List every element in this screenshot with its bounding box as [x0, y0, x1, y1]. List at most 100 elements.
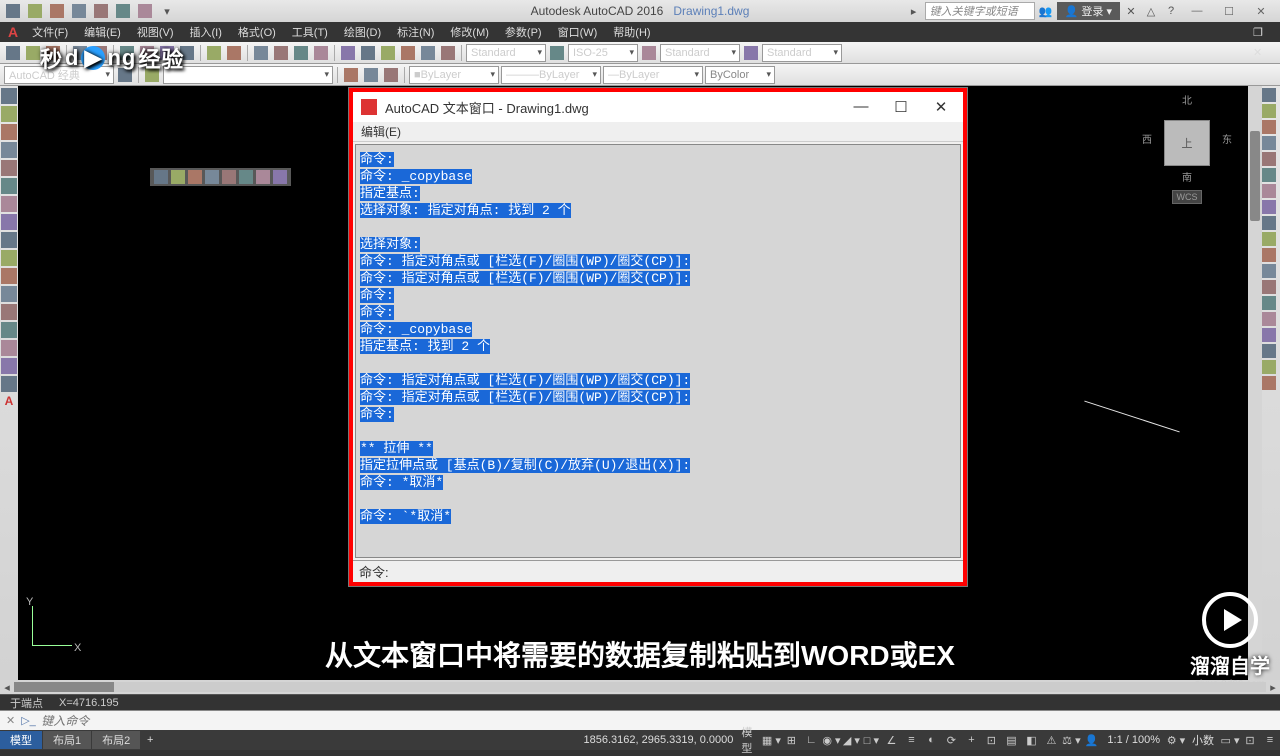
textwin-line[interactable]: 命令: _copybase	[360, 168, 956, 185]
menu-help[interactable]: 帮助(H)	[605, 22, 658, 42]
new-icon[interactable]	[26, 2, 44, 20]
menu-window[interactable]: 窗口(W)	[550, 22, 606, 42]
ft-icon[interactable]	[222, 170, 236, 184]
textwin-line[interactable]: 命令: 指定对角点或 [栏选(F)/圈围(WP)/圈交(CP)]:	[360, 253, 956, 270]
textwin-line[interactable]: 命令: _copybase	[360, 321, 956, 338]
save-icon[interactable]	[70, 2, 88, 20]
cmd-chevron-icon[interactable]: ▷_	[21, 714, 35, 728]
tb-new-icon[interactable]	[4, 44, 22, 62]
mtext-icon[interactable]	[1, 304, 17, 320]
horizontal-scrollbar[interactable]: ◂ ▸	[0, 680, 1280, 694]
scale-icon[interactable]	[1262, 200, 1276, 214]
menu-file[interactable]: 文件(F)	[24, 22, 76, 42]
pedit-icon[interactable]	[1262, 376, 1276, 390]
erase-icon[interactable]	[1262, 88, 1276, 102]
revcloud-icon[interactable]	[1, 376, 17, 392]
mirror-icon[interactable]	[1262, 120, 1276, 134]
snap-icon[interactable]: ⊞	[781, 731, 801, 749]
textwin-line[interactable]: 指定基点: 找到 2 个	[360, 338, 956, 355]
doc-restore-button[interactable]: ❐	[1245, 22, 1272, 42]
ft-icon[interactable]	[239, 170, 253, 184]
menu-view[interactable]: 视图(V)	[129, 22, 182, 42]
tb-ssm-icon[interactable]	[399, 44, 417, 62]
gizmo-icon[interactable]: ◧	[1021, 731, 1041, 749]
scroll-thumb[interactable]	[1250, 131, 1260, 221]
region-icon[interactable]	[1, 286, 17, 302]
add-tab-button[interactable]: +	[141, 734, 159, 746]
viewcube-south[interactable]: 南	[1142, 169, 1232, 184]
textwin-line[interactable]	[360, 423, 956, 440]
minimize-button[interactable]: —	[1182, 2, 1212, 20]
command-line[interactable]: ✕ ▷_	[0, 710, 1280, 730]
textwin-line[interactable]: 命令: *取消*	[360, 474, 956, 491]
viewcube-north[interactable]: 北	[1142, 92, 1232, 107]
line-icon[interactable]	[1, 88, 17, 104]
textwin-line[interactable]: 命令: 指定对角点或 [栏选(F)/圈围(WP)/圈交(CP)]:	[360, 389, 956, 406]
vertical-scrollbar[interactable]	[1248, 86, 1262, 680]
ft-icon[interactable]	[154, 170, 168, 184]
textwin-line[interactable]: 命令:	[360, 406, 956, 423]
align-icon[interactable]	[1262, 344, 1276, 358]
tb-layerfrz-icon[interactable]	[382, 66, 400, 84]
rotate-icon[interactable]	[1262, 184, 1276, 198]
annotation-style-combo[interactable]: Standard	[466, 44, 546, 62]
copy-icon[interactable]	[1262, 104, 1276, 118]
layer-combo[interactable]	[163, 66, 333, 84]
textwin-line[interactable]	[360, 491, 956, 508]
polar-icon[interactable]: ◉ ▾	[821, 731, 841, 749]
cycling-icon[interactable]: ⟳	[941, 731, 961, 749]
boundary-icon[interactable]	[1, 340, 17, 356]
units-readout[interactable]: 小数	[1186, 732, 1220, 748]
tb-dc-icon[interactable]	[359, 44, 377, 62]
transparency-icon[interactable]: ◐	[921, 731, 941, 749]
plotstyle-combo[interactable]: ByColor	[705, 66, 775, 84]
tb-undo-icon[interactable]	[205, 44, 223, 62]
tb-dim2-icon[interactable]	[640, 44, 658, 62]
wipeout-icon[interactable]	[1, 358, 17, 374]
menu-parametric[interactable]: 参数(P)	[497, 22, 550, 42]
lwt-icon[interactable]: ≡	[901, 731, 921, 749]
textwin-prompt[interactable]: 命令:	[353, 560, 963, 582]
gradient-icon[interactable]	[1, 322, 17, 338]
scroll-thumb[interactable]	[14, 682, 114, 692]
menu-format[interactable]: 格式(O)	[230, 22, 284, 42]
tb-zoomwin-icon[interactable]	[292, 44, 310, 62]
close-button[interactable]: ✕	[1246, 2, 1276, 20]
extend-icon[interactable]	[1262, 248, 1276, 262]
statbar-menu-icon[interactable]: ≡	[1260, 731, 1280, 749]
textwin-body[interactable]: 命令:命令: _copybase指定基点:选择对象: 指定对角点: 找到 2 个…	[355, 144, 961, 558]
textwin-maximize-button[interactable]: ☐	[887, 98, 915, 116]
block-icon[interactable]	[1, 250, 17, 266]
textwin-close-button[interactable]: ✕	[927, 98, 955, 116]
textwin-line[interactable]: ** 拉伸 **	[360, 440, 956, 457]
viewcube-east[interactable]: 东	[1222, 131, 1232, 146]
scroll-track[interactable]	[14, 682, 1266, 692]
rectangle-icon[interactable]	[1, 160, 17, 176]
text-window-titlebar[interactable]: AutoCAD 文本窗口 - Drawing1.dwg — ☐ ✕	[353, 92, 963, 122]
cleanscreen-icon[interactable]: ▭ ▾	[1220, 731, 1240, 749]
qat-dropdown-icon[interactable]: ▾	[158, 2, 176, 20]
trim-icon[interactable]	[1262, 232, 1276, 246]
textwin-line[interactable]: 指定基点:	[360, 185, 956, 202]
tb-tp-icon[interactable]	[379, 44, 397, 62]
autocad-logo-icon[interactable]: A	[8, 24, 24, 40]
hatch-icon[interactable]	[1, 196, 17, 212]
tab-layout1[interactable]: 布局1	[43, 731, 91, 749]
infocenter-search[interactable]: 键入关键字或短语	[925, 2, 1035, 20]
tb-pan-icon[interactable]	[252, 44, 270, 62]
offset-icon[interactable]	[1262, 136, 1276, 150]
point-icon[interactable]	[1, 232, 17, 248]
annoscale-icon[interactable]: ⚖ ▾	[1061, 731, 1081, 749]
text-style-combo[interactable]: Standard	[660, 44, 740, 62]
dynmode-icon[interactable]: +	[961, 731, 981, 749]
selfilter-icon[interactable]: ▤	[1001, 731, 1021, 749]
grid-icon[interactable]: ▦ ▾	[761, 731, 781, 749]
polyline-icon[interactable]	[1, 106, 17, 122]
ft-icon[interactable]	[205, 170, 219, 184]
modelspace-toggle[interactable]: 模型	[741, 731, 761, 749]
lengthen-icon[interactable]	[1262, 360, 1276, 374]
move-icon[interactable]	[1262, 168, 1276, 182]
gear-icon[interactable]: ⚙ ▾	[1166, 731, 1186, 749]
fillet-icon[interactable]	[1262, 312, 1276, 326]
ortho-icon[interactable]: ∟	[801, 731, 821, 749]
